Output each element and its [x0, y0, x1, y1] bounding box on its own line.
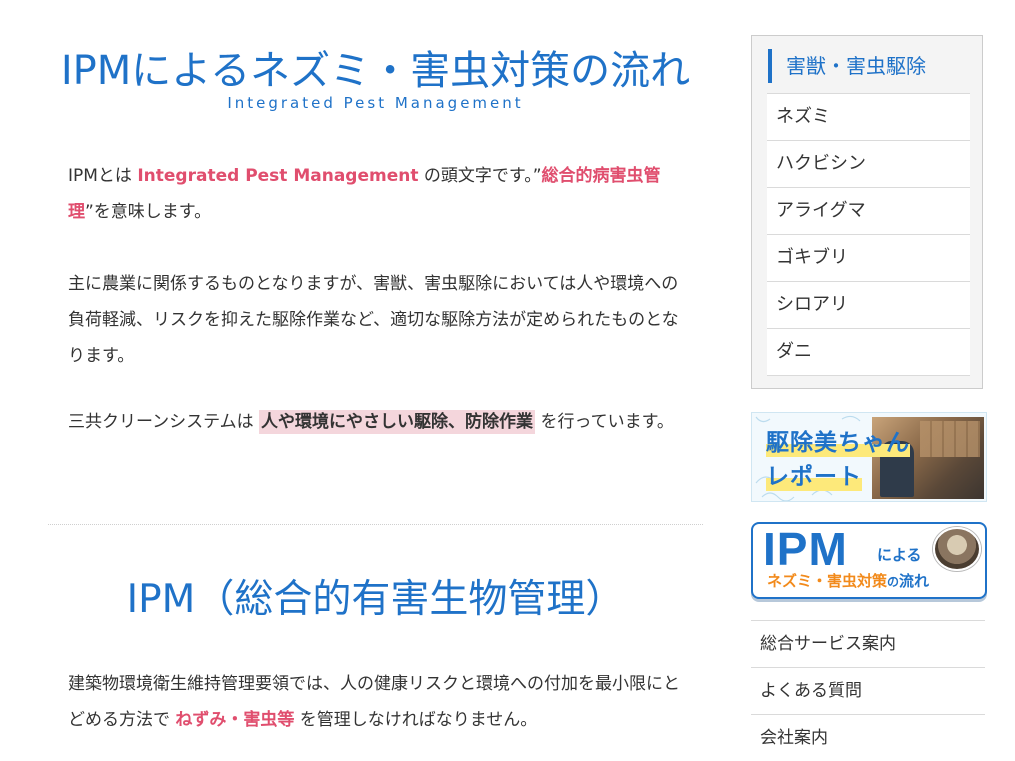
sidebar-link-faq[interactable]: よくある質問 — [751, 667, 985, 714]
regulation-emphasis: ねずみ・害虫等 — [175, 710, 295, 730]
ipm-banner-subtitle: ネズミ・害虫対策の流れ — [767, 570, 929, 591]
sidebar-item-shiroari[interactable]: シロアリ — [767, 281, 970, 328]
company-text-2: を行っています。 — [535, 412, 674, 432]
mouse-photo-icon — [933, 527, 981, 571]
description-paragraph: 主に農業に関係するものとなりますが、害獣、害虫駆除においては人や環境への負荷軽減… — [68, 274, 679, 366]
intro-text-1: IPMとは — [68, 166, 138, 186]
ipm-banner-sub-1: ネズミ・害虫対策 — [767, 572, 888, 590]
intro-text-3: ”を意味します。 — [85, 202, 212, 222]
page-title: IPMによるネズミ・害虫対策の流れ — [60, 48, 691, 94]
sidebar-category-title: 害獣・害虫駆除 — [768, 49, 926, 83]
regulation-text-2: を管理しなければなりません。 — [294, 710, 538, 730]
sidebar-link-company[interactable]: 会社案内 — [751, 714, 985, 761]
report-banner-title: 駆除美ちゃん — [766, 423, 910, 457]
company-highlight: 人や環境にやさしい駆除、防除作業 — [259, 410, 536, 434]
ipm-banner-logo: IPM — [763, 523, 848, 575]
sidebar-category-list: ネズミ ハクビシン アライグマ ゴキブリ シロアリ ダニ — [767, 93, 970, 376]
intro-emphasis-ipm: Integrated Pest Management — [137, 166, 419, 186]
intro-text-2: の頭文字です。” — [418, 166, 542, 186]
section-divider — [48, 524, 703, 525]
page-subtitle: Integrated Pest Management — [227, 94, 524, 112]
report-photo-attic — [920, 421, 980, 457]
sidebar-item-nezumi[interactable]: ネズミ — [767, 93, 970, 140]
regulation-paragraph: 建築物環境衛生維持管理要領では、人の健康リスクと環境への付加を最小限にとどめる方… — [68, 666, 688, 738]
sidebar-links: 総合サービス案内 よくある質問 会社案内 — [751, 620, 985, 761]
section-title: IPM（総合的有害生物管理） — [126, 577, 625, 622]
report-banner[interactable]: 駆除美ちゃん レポート — [751, 412, 987, 502]
ipm-banner-sub-2: の — [887, 575, 900, 589]
sidebar-item-araiguma[interactable]: アライグマ — [767, 187, 970, 234]
sidebar-item-hakubishin[interactable]: ハクビシン — [767, 140, 970, 187]
ipm-banner-sub-3: 流れ — [899, 572, 930, 590]
company-text-1: 三共クリーンシステムは — [68, 412, 260, 432]
sidebar-link-services[interactable]: 総合サービス案内 — [751, 620, 985, 667]
report-banner-subtitle: レポート — [766, 457, 862, 491]
sidebar-item-dani[interactable]: ダニ — [767, 328, 970, 376]
sidebar-category-box: 害獣・害虫駆除 ネズミ ハクビシン アライグマ ゴキブリ シロアリ ダニ — [751, 35, 983, 389]
sidebar-item-gokiburi[interactable]: ゴキブリ — [767, 234, 970, 281]
ipm-flow-banner[interactable]: IPM による ネズミ・害虫対策の流れ — [751, 522, 987, 599]
company-paragraph: 三共クリーンシステムは 人や環境にやさしい駆除、防除作業 を行っています。 — [68, 404, 688, 440]
intro-paragraph: IPMとは Integrated Pest Management の頭文字です。… — [68, 158, 688, 230]
ipm-banner-yoru: による — [877, 546, 922, 564]
